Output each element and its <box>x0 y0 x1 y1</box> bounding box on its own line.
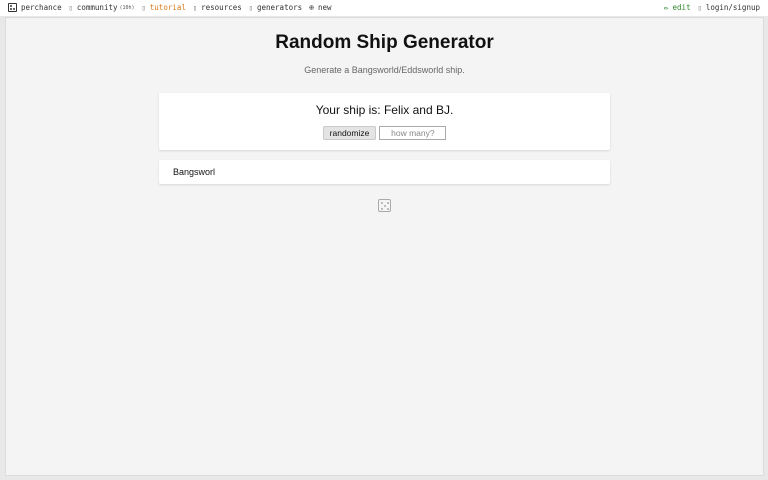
nav-new-link[interactable]: ⊕ new <box>309 3 331 12</box>
nav-edit-link[interactable]: ✏ edit <box>664 3 691 12</box>
text-card: Bangsworl <box>159 160 610 184</box>
dice-icon <box>8 3 17 12</box>
nav-home-link[interactable]: perchance <box>8 3 62 12</box>
list-icon: ▯ <box>248 3 253 12</box>
nav-new-label: new <box>317 3 332 12</box>
nav-resources-label: resources <box>201 3 242 12</box>
pencil-icon: ✏ <box>663 2 669 12</box>
nav-home-label: perchance <box>21 3 62 12</box>
nav-generators-label: generators <box>256 3 303 12</box>
randomize-button[interactable]: randomize <box>322 126 377 140</box>
top-nav-bar: perchance ▯ community (10h) ▯ tutorial ▯… <box>0 0 768 16</box>
result-text: Your ship is: Felix and BJ. <box>315 103 454 117</box>
nav-community-link[interactable]: ▯ community (10h) <box>69 3 135 12</box>
page-subtitle: Generate a Bangsworld/Eddsworld ship. <box>304 65 465 75</box>
page-title: Random Ship Generator <box>275 32 494 53</box>
nav-left: perchance ▯ community (10h) ▯ tutorial ▯… <box>8 3 339 12</box>
nav-tutorial-label: tutorial <box>149 3 186 12</box>
page-content: Random Ship Generator Generate a Bangswo… <box>5 17 764 476</box>
how-many-input[interactable] <box>379 126 447 140</box>
user-icon: ▯ <box>697 3 702 12</box>
result-card: Your ship is: Felix and BJ. randomize <box>159 93 610 150</box>
dice-icon[interactable] <box>378 199 391 212</box>
nav-login-link[interactable]: ▯ login/signup <box>698 3 760 12</box>
book-icon: ▯ <box>141 3 146 12</box>
plus-circle-icon: ⊕ <box>309 2 314 12</box>
generator-controls: randomize <box>159 126 610 140</box>
nav-edit-label: edit <box>672 3 691 12</box>
nav-resources-link[interactable]: ▯ resources <box>193 3 242 12</box>
chat-icon: ▯ <box>68 3 73 12</box>
text-card-content: Bangsworl <box>173 167 216 177</box>
community-badge: (10h) <box>119 4 135 11</box>
nav-community-label: community <box>76 3 118 12</box>
nav-right: ✏ edit ▯ login/signup <box>657 3 760 12</box>
nav-tutorial-link[interactable]: ▯ tutorial <box>142 3 186 12</box>
nav-generators-link[interactable]: ▯ generators <box>249 3 302 12</box>
nav-login-label: login/signup <box>705 3 760 12</box>
folder-icon: ▯ <box>192 3 198 12</box>
